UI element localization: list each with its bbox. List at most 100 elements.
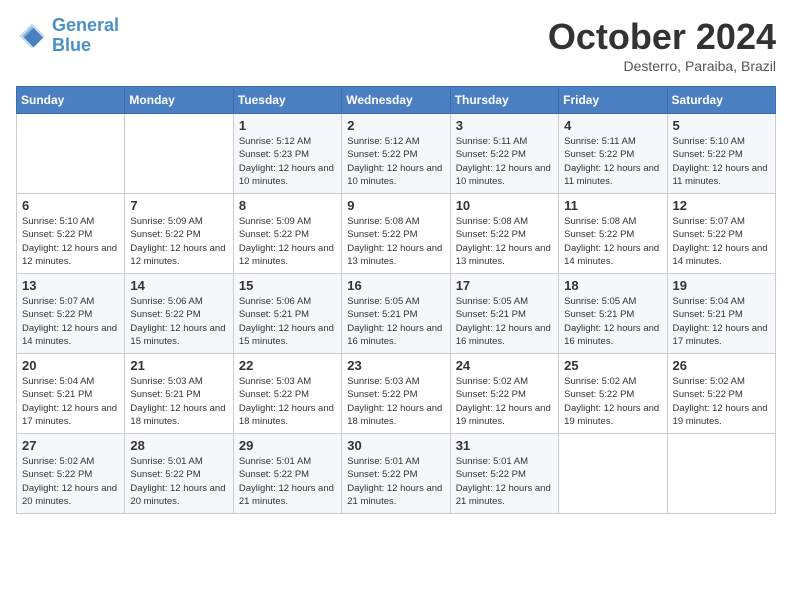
day-number: 7 bbox=[130, 198, 227, 213]
logo-line1: General bbox=[52, 15, 119, 35]
calendar-table: SundayMondayTuesdayWednesdayThursdayFrid… bbox=[16, 86, 776, 514]
day-info: Sunrise: 5:10 AM Sunset: 5:22 PM Dayligh… bbox=[22, 215, 119, 268]
day-info: Sunrise: 5:03 AM Sunset: 5:21 PM Dayligh… bbox=[130, 375, 227, 428]
calendar-cell: 27Sunrise: 5:02 AM Sunset: 5:22 PM Dayli… bbox=[17, 434, 125, 514]
calendar-cell: 23 Sunrise: 5:03 AM Sunset: 5:22 PM Dayli… bbox=[342, 354, 450, 434]
day-info: Sunrise: 5:05 AM Sunset: 5:21 PM Dayligh… bbox=[456, 295, 553, 348]
day-number: 17 bbox=[456, 278, 553, 293]
day-info: Sunrise: 5:07 AM Sunset: 5:22 PM Dayligh… bbox=[22, 295, 119, 348]
weekday-header-saturday: Saturday bbox=[667, 87, 775, 114]
day-number: 21 bbox=[130, 358, 227, 373]
calendar-cell: 21 Sunrise: 5:03 AM Sunset: 5:21 PM Dayli… bbox=[125, 354, 233, 434]
day-info: Sunrise: 5:03 AM Sunset: 5:22 PM Dayligh… bbox=[239, 375, 336, 428]
day-info: Sunrise: 5:09 AM Sunset: 5:22 PM Dayligh… bbox=[130, 215, 227, 268]
day-number: 16 bbox=[347, 278, 444, 293]
day-info: Sunrise: 5:07 AM Sunset: 5:22 PM Dayligh… bbox=[673, 215, 770, 268]
calendar-cell: 1 Sunrise: 5:12 AM Sunset: 5:23 PM Daylig… bbox=[233, 114, 341, 194]
calendar-cell: 9Sunrise: 5:08 AM Sunset: 5:22 PM Daylig… bbox=[342, 194, 450, 274]
day-info: Sunrise: 5:08 AM Sunset: 5:22 PM Dayligh… bbox=[456, 215, 553, 268]
logo-line2: Blue bbox=[52, 35, 91, 55]
calendar-week-row: 6Sunrise: 5:10 AM Sunset: 5:22 PM Daylig… bbox=[17, 194, 776, 274]
day-number: 3 bbox=[456, 118, 553, 133]
day-number: 4 bbox=[564, 118, 661, 133]
day-info: Sunrise: 5:10 AM Sunset: 5:22 PM Dayligh… bbox=[673, 135, 770, 188]
calendar-cell: 10 Sunrise: 5:08 AM Sunset: 5:22 PM Dayli… bbox=[450, 194, 558, 274]
day-number: 27 bbox=[22, 438, 119, 453]
weekday-header-wednesday: Wednesday bbox=[342, 87, 450, 114]
day-number: 19 bbox=[673, 278, 770, 293]
day-info: Sunrise: 5:11 AM Sunset: 5:22 PM Dayligh… bbox=[456, 135, 553, 188]
calendar-cell: 16 Sunrise: 5:05 AM Sunset: 5:21 PM Dayli… bbox=[342, 274, 450, 354]
weekday-header-monday: Monday bbox=[125, 87, 233, 114]
calendar-cell: 2Sunrise: 5:12 AM Sunset: 5:22 PM Daylig… bbox=[342, 114, 450, 194]
day-number: 5 bbox=[673, 118, 770, 133]
weekday-header-tuesday: Tuesday bbox=[233, 87, 341, 114]
calendar-cell: 22 Sunrise: 5:03 AM Sunset: 5:22 PM Dayli… bbox=[233, 354, 341, 434]
calendar-cell: 19Sunrise: 5:04 AM Sunset: 5:21 PM Dayli… bbox=[667, 274, 775, 354]
day-info: Sunrise: 5:06 AM Sunset: 5:22 PM Dayligh… bbox=[130, 295, 227, 348]
calendar-cell: 15 Sunrise: 5:06 AM Sunset: 5:21 PM Dayli… bbox=[233, 274, 341, 354]
day-info: Sunrise: 5:05 AM Sunset: 5:21 PM Dayligh… bbox=[564, 295, 661, 348]
day-info: Sunrise: 5:12 AM Sunset: 5:23 PM Dayligh… bbox=[239, 135, 336, 188]
calendar-cell bbox=[17, 114, 125, 194]
calendar-week-row: 1 Sunrise: 5:12 AM Sunset: 5:23 PM Daylig… bbox=[17, 114, 776, 194]
day-number: 18 bbox=[564, 278, 661, 293]
day-number: 29 bbox=[239, 438, 336, 453]
day-number: 8 bbox=[239, 198, 336, 213]
calendar-cell: 6Sunrise: 5:10 AM Sunset: 5:22 PM Daylig… bbox=[17, 194, 125, 274]
day-number: 11 bbox=[564, 198, 661, 213]
calendar-cell bbox=[667, 434, 775, 514]
day-number: 28 bbox=[130, 438, 227, 453]
day-info: Sunrise: 5:01 AM Sunset: 5:22 PM Dayligh… bbox=[130, 455, 227, 508]
day-number: 22 bbox=[239, 358, 336, 373]
day-number: 30 bbox=[347, 438, 444, 453]
day-number: 15 bbox=[239, 278, 336, 293]
calendar-cell: 11Sunrise: 5:08 AM Sunset: 5:22 PM Dayli… bbox=[559, 194, 667, 274]
calendar-cell: 14 Sunrise: 5:06 AM Sunset: 5:22 PM Dayli… bbox=[125, 274, 233, 354]
day-info: Sunrise: 5:04 AM Sunset: 5:21 PM Dayligh… bbox=[22, 375, 119, 428]
calendar-week-row: 27Sunrise: 5:02 AM Sunset: 5:22 PM Dayli… bbox=[17, 434, 776, 514]
calendar-cell: 28 Sunrise: 5:01 AM Sunset: 5:22 PM Dayli… bbox=[125, 434, 233, 514]
day-info: Sunrise: 5:02 AM Sunset: 5:22 PM Dayligh… bbox=[456, 375, 553, 428]
day-info: Sunrise: 5:12 AM Sunset: 5:22 PM Dayligh… bbox=[347, 135, 444, 188]
day-number: 14 bbox=[130, 278, 227, 293]
day-number: 31 bbox=[456, 438, 553, 453]
day-number: 23 bbox=[347, 358, 444, 373]
day-info: Sunrise: 5:03 AM Sunset: 5:22 PM Dayligh… bbox=[347, 375, 444, 428]
calendar-cell: 20Sunrise: 5:04 AM Sunset: 5:21 PM Dayli… bbox=[17, 354, 125, 434]
day-info: Sunrise: 5:09 AM Sunset: 5:22 PM Dayligh… bbox=[239, 215, 336, 268]
logo-icon bbox=[16, 20, 48, 52]
day-info: Sunrise: 5:06 AM Sunset: 5:21 PM Dayligh… bbox=[239, 295, 336, 348]
day-info: Sunrise: 5:01 AM Sunset: 5:22 PM Dayligh… bbox=[239, 455, 336, 508]
calendar-cell: 26 Sunrise: 5:02 AM Sunset: 5:22 PM Dayli… bbox=[667, 354, 775, 434]
calendar-cell: 4 Sunrise: 5:11 AM Sunset: 5:22 PM Daylig… bbox=[559, 114, 667, 194]
calendar-cell: 7 Sunrise: 5:09 AM Sunset: 5:22 PM Daylig… bbox=[125, 194, 233, 274]
calendar-cell: 13 Sunrise: 5:07 AM Sunset: 5:22 PM Dayli… bbox=[17, 274, 125, 354]
day-number: 24 bbox=[456, 358, 553, 373]
day-info: Sunrise: 5:02 AM Sunset: 5:22 PM Dayligh… bbox=[564, 375, 661, 428]
calendar-cell: 29 Sunrise: 5:01 AM Sunset: 5:22 PM Dayli… bbox=[233, 434, 341, 514]
weekday-header-thursday: Thursday bbox=[450, 87, 558, 114]
calendar-cell: 30 Sunrise: 5:01 AM Sunset: 5:22 PM Dayli… bbox=[342, 434, 450, 514]
day-info: Sunrise: 5:02 AM Sunset: 5:22 PM Dayligh… bbox=[673, 375, 770, 428]
day-info: Sunrise: 5:05 AM Sunset: 5:21 PM Dayligh… bbox=[347, 295, 444, 348]
day-number: 9 bbox=[347, 198, 444, 213]
day-number: 1 bbox=[239, 118, 336, 133]
weekday-header-row: SundayMondayTuesdayWednesdayThursdayFrid… bbox=[17, 87, 776, 114]
weekday-header-friday: Friday bbox=[559, 87, 667, 114]
logo: General Blue bbox=[16, 16, 119, 56]
calendar-cell: 8 Sunrise: 5:09 AM Sunset: 5:22 PM Daylig… bbox=[233, 194, 341, 274]
weekday-header-sunday: Sunday bbox=[17, 87, 125, 114]
calendar-cell: 31 Sunrise: 5:01 AM Sunset: 5:22 PM Dayli… bbox=[450, 434, 558, 514]
day-info: Sunrise: 5:01 AM Sunset: 5:22 PM Dayligh… bbox=[347, 455, 444, 508]
calendar-cell: 17 Sunrise: 5:05 AM Sunset: 5:21 PM Dayli… bbox=[450, 274, 558, 354]
calendar-week-row: 13 Sunrise: 5:07 AM Sunset: 5:22 PM Dayli… bbox=[17, 274, 776, 354]
calendar-cell bbox=[559, 434, 667, 514]
day-number: 13 bbox=[22, 278, 119, 293]
day-info: Sunrise: 5:11 AM Sunset: 5:22 PM Dayligh… bbox=[564, 135, 661, 188]
day-info: Sunrise: 5:01 AM Sunset: 5:22 PM Dayligh… bbox=[456, 455, 553, 508]
month-title: October 2024 bbox=[548, 16, 776, 58]
day-number: 10 bbox=[456, 198, 553, 213]
location-subtitle: Desterro, Paraiba, Brazil bbox=[548, 58, 776, 74]
day-number: 26 bbox=[673, 358, 770, 373]
